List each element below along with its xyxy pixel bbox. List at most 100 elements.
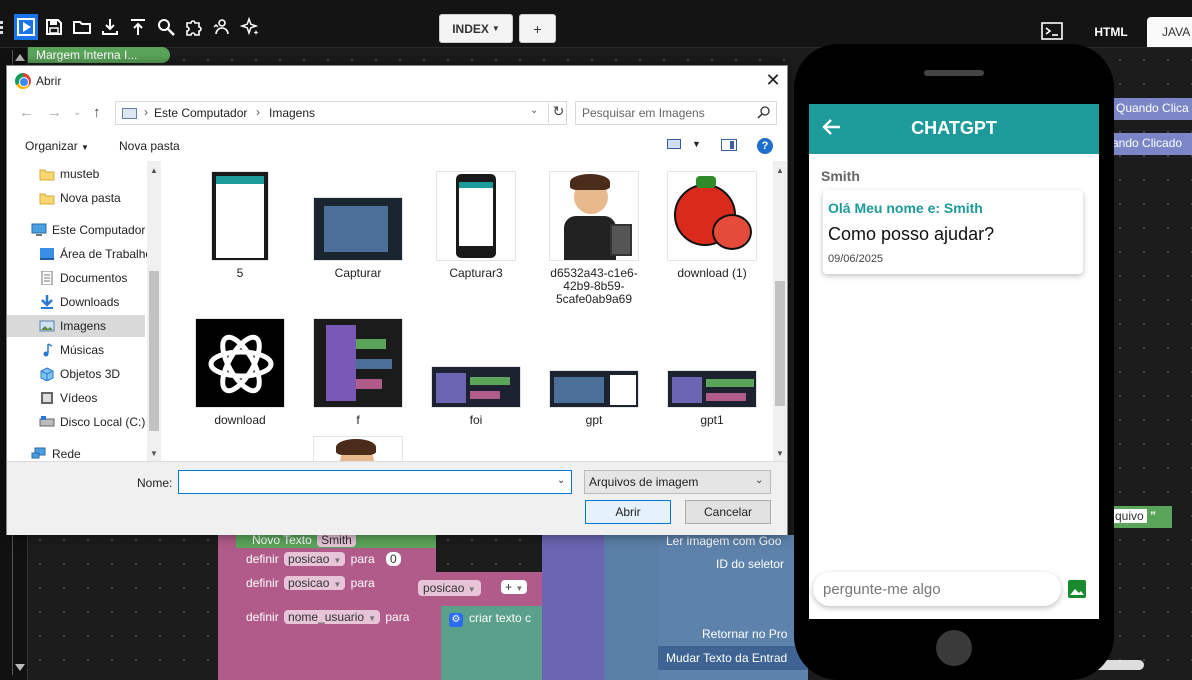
abrir-button[interactable]: Abrir xyxy=(585,500,671,524)
user-sync-icon[interactable] xyxy=(210,14,234,40)
close-icon[interactable]: ✕ xyxy=(764,70,782,90)
nav-item-objetos-3d[interactable]: Objetos 3D xyxy=(7,363,145,385)
chevron-down-icon[interactable]: ⌄ xyxy=(557,475,565,486)
mudar-texto-block[interactable]: Mudar Texto da Entrad xyxy=(658,646,808,670)
posicao-var-label: posicao xyxy=(288,552,330,566)
caret-down-icon[interactable]: ▼ xyxy=(692,139,701,149)
file-item[interactable]: download (1) xyxy=(656,171,768,311)
quando-clicado-block-2[interactable]: ando Clicado xyxy=(1108,133,1192,155)
index-dropdown-button[interactable]: INDEX ▼ xyxy=(439,14,513,43)
organizar-menu[interactable]: Organizar ▼ xyxy=(25,139,89,153)
nav-item-disco-local[interactable]: Disco Local (C:) xyxy=(7,411,145,433)
scroll-up-icon[interactable] xyxy=(15,54,25,61)
filename-input[interactable] xyxy=(183,474,543,490)
file-item[interactable]: gpt1 xyxy=(656,318,768,458)
terminal-icon[interactable] xyxy=(1041,22,1063,40)
search-icon[interactable] xyxy=(154,14,178,40)
breadcrumb-imagens[interactable]: Imagens xyxy=(269,106,315,120)
chevron-up-icon[interactable]: ▲ xyxy=(776,166,784,175)
file-item[interactable]: gpt xyxy=(538,318,650,458)
definir-posicao-block-2[interactable]: definir posicao ▼ para xyxy=(236,572,542,606)
plus-operator[interactable]: + ▼ xyxy=(501,580,528,594)
arquivo-block[interactable]: quivo ” xyxy=(1108,506,1172,528)
chevron-down-icon[interactable]: ⌄ xyxy=(530,105,538,116)
nav-item-imagens[interactable]: Imagens xyxy=(7,315,145,337)
posicao-var-pill[interactable]: posicao ▼ xyxy=(284,552,346,566)
chevron-down-icon[interactable]: ▼ xyxy=(150,449,158,458)
nav-pane-scrollbar[interactable]: ▲ ▼ xyxy=(147,161,161,461)
nav-item-documentos[interactable]: Documentos xyxy=(7,267,145,289)
nav-item-area-de-trabalho[interactable]: Área de Trabalho xyxy=(7,243,152,265)
message-text: Como posso ajudar? xyxy=(828,224,995,244)
nav-item-musicas[interactable]: Músicas xyxy=(7,339,145,361)
nav-item-nova-pasta[interactable]: Nova pasta xyxy=(7,187,145,209)
chat-input[interactable] xyxy=(823,580,1053,598)
help-icon[interactable]: ? xyxy=(757,138,773,154)
chevron-up-icon[interactable]: ▲ xyxy=(150,166,158,175)
file-item[interactable]: d6532a43-c1e6-42b9-8b59-5cafe0ab9a69 xyxy=(538,171,650,311)
recent-dropdown-icon[interactable]: ⌄ xyxy=(73,107,81,118)
preview-pane-icon[interactable] xyxy=(721,139,737,151)
sparkles-icon[interactable] xyxy=(238,14,262,40)
posicao-get-pill[interactable]: posicao ▼ xyxy=(418,580,481,596)
file-item[interactable] xyxy=(302,436,414,461)
file-item[interactable]: Capturar xyxy=(302,171,414,311)
address-bar[interactable]: › Este Computador › Imagens ⌄ ↻ xyxy=(115,101,567,125)
nome-usuario-var-pill[interactable]: nome_usuario ▼ xyxy=(284,610,381,624)
puzzle-icon[interactable] xyxy=(182,14,206,40)
phone-speaker xyxy=(924,70,984,76)
nav-item-downloads[interactable]: Downloads xyxy=(7,291,145,313)
posicao-var-pill[interactable]: posicao ▼ xyxy=(284,576,346,590)
file-item[interactable]: 5 xyxy=(184,171,296,311)
view-mode-icon[interactable] xyxy=(667,139,681,149)
image-icon[interactable] xyxy=(1067,579,1087,599)
up-arrow-icon[interactable]: ↑ xyxy=(93,104,101,121)
add-page-button[interactable]: + xyxy=(519,14,556,43)
download-icon[interactable] xyxy=(98,14,122,40)
save-icon[interactable] xyxy=(42,14,66,40)
file-item[interactable]: foi xyxy=(420,318,532,458)
sender-name: Smith xyxy=(821,168,860,184)
definir-posicao-block[interactable]: definir posicao ▼ para 0 xyxy=(236,548,436,572)
folder-icon[interactable] xyxy=(70,14,94,40)
back-arrow-icon[interactable]: ← xyxy=(19,104,34,121)
nav-item-este-computador[interactable]: Este Computador xyxy=(7,219,145,241)
filename-combobox[interactable]: ⌄ xyxy=(178,470,572,494)
cancelar-button[interactable]: Cancelar xyxy=(685,500,771,524)
search-input[interactable] xyxy=(582,105,752,121)
file-name: download (1) xyxy=(677,266,747,280)
search-field[interactable] xyxy=(575,101,777,125)
desktop-icon xyxy=(40,248,54,260)
file-scroll-thumb[interactable] xyxy=(775,281,785,406)
file-grid-scrollbar[interactable]: ▲ ▼ xyxy=(773,161,787,461)
disk-icon xyxy=(39,416,55,427)
caret-down-icon: ▼ xyxy=(368,614,377,623)
tab-java[interactable]: JAVA xyxy=(1147,17,1192,47)
chat-input-box[interactable] xyxy=(813,572,1061,606)
gear-icon[interactable]: ⚙ xyxy=(449,613,463,627)
posicao-var-label: posicao xyxy=(288,576,330,590)
tab-html[interactable]: HTML xyxy=(1085,18,1137,46)
nova-pasta-button[interactable]: Nova pasta xyxy=(119,139,180,153)
home-button[interactable] xyxy=(936,630,972,666)
novo-texto-value[interactable]: Smith xyxy=(317,533,356,547)
criar-texto-block[interactable]: ⚙ criar texto c xyxy=(441,606,542,680)
nav-item-musteb[interactable]: musteb xyxy=(7,163,145,185)
margem-block[interactable]: Margem Interna I... xyxy=(28,47,170,63)
chevron-down-icon[interactable]: ▼ xyxy=(776,449,784,458)
file-item[interactable]: download xyxy=(184,318,296,458)
nav-item-label: Objetos 3D xyxy=(60,367,121,381)
scroll-down-icon[interactable] xyxy=(15,664,25,671)
grid-icon[interactable] xyxy=(0,14,10,40)
breadcrumb-este-computador[interactable]: Este Computador xyxy=(154,106,247,120)
forward-arrow-icon[interactable]: → xyxy=(47,104,62,121)
nav-item-videos[interactable]: Vídeos xyxy=(7,387,145,409)
number-zero[interactable]: 0 xyxy=(386,552,401,566)
quando-clicado-block-1[interactable]: Quando Clica xyxy=(1113,98,1192,120)
play-icon[interactable] xyxy=(14,14,38,40)
file-type-select[interactable]: Arquivos de imagem ⌄ xyxy=(584,470,771,494)
upload-icon[interactable] xyxy=(126,14,150,40)
nav-scroll-thumb[interactable] xyxy=(149,271,159,431)
file-item[interactable]: Capturar3 xyxy=(420,171,532,311)
refresh-icon[interactable]: ↻ xyxy=(548,103,568,123)
